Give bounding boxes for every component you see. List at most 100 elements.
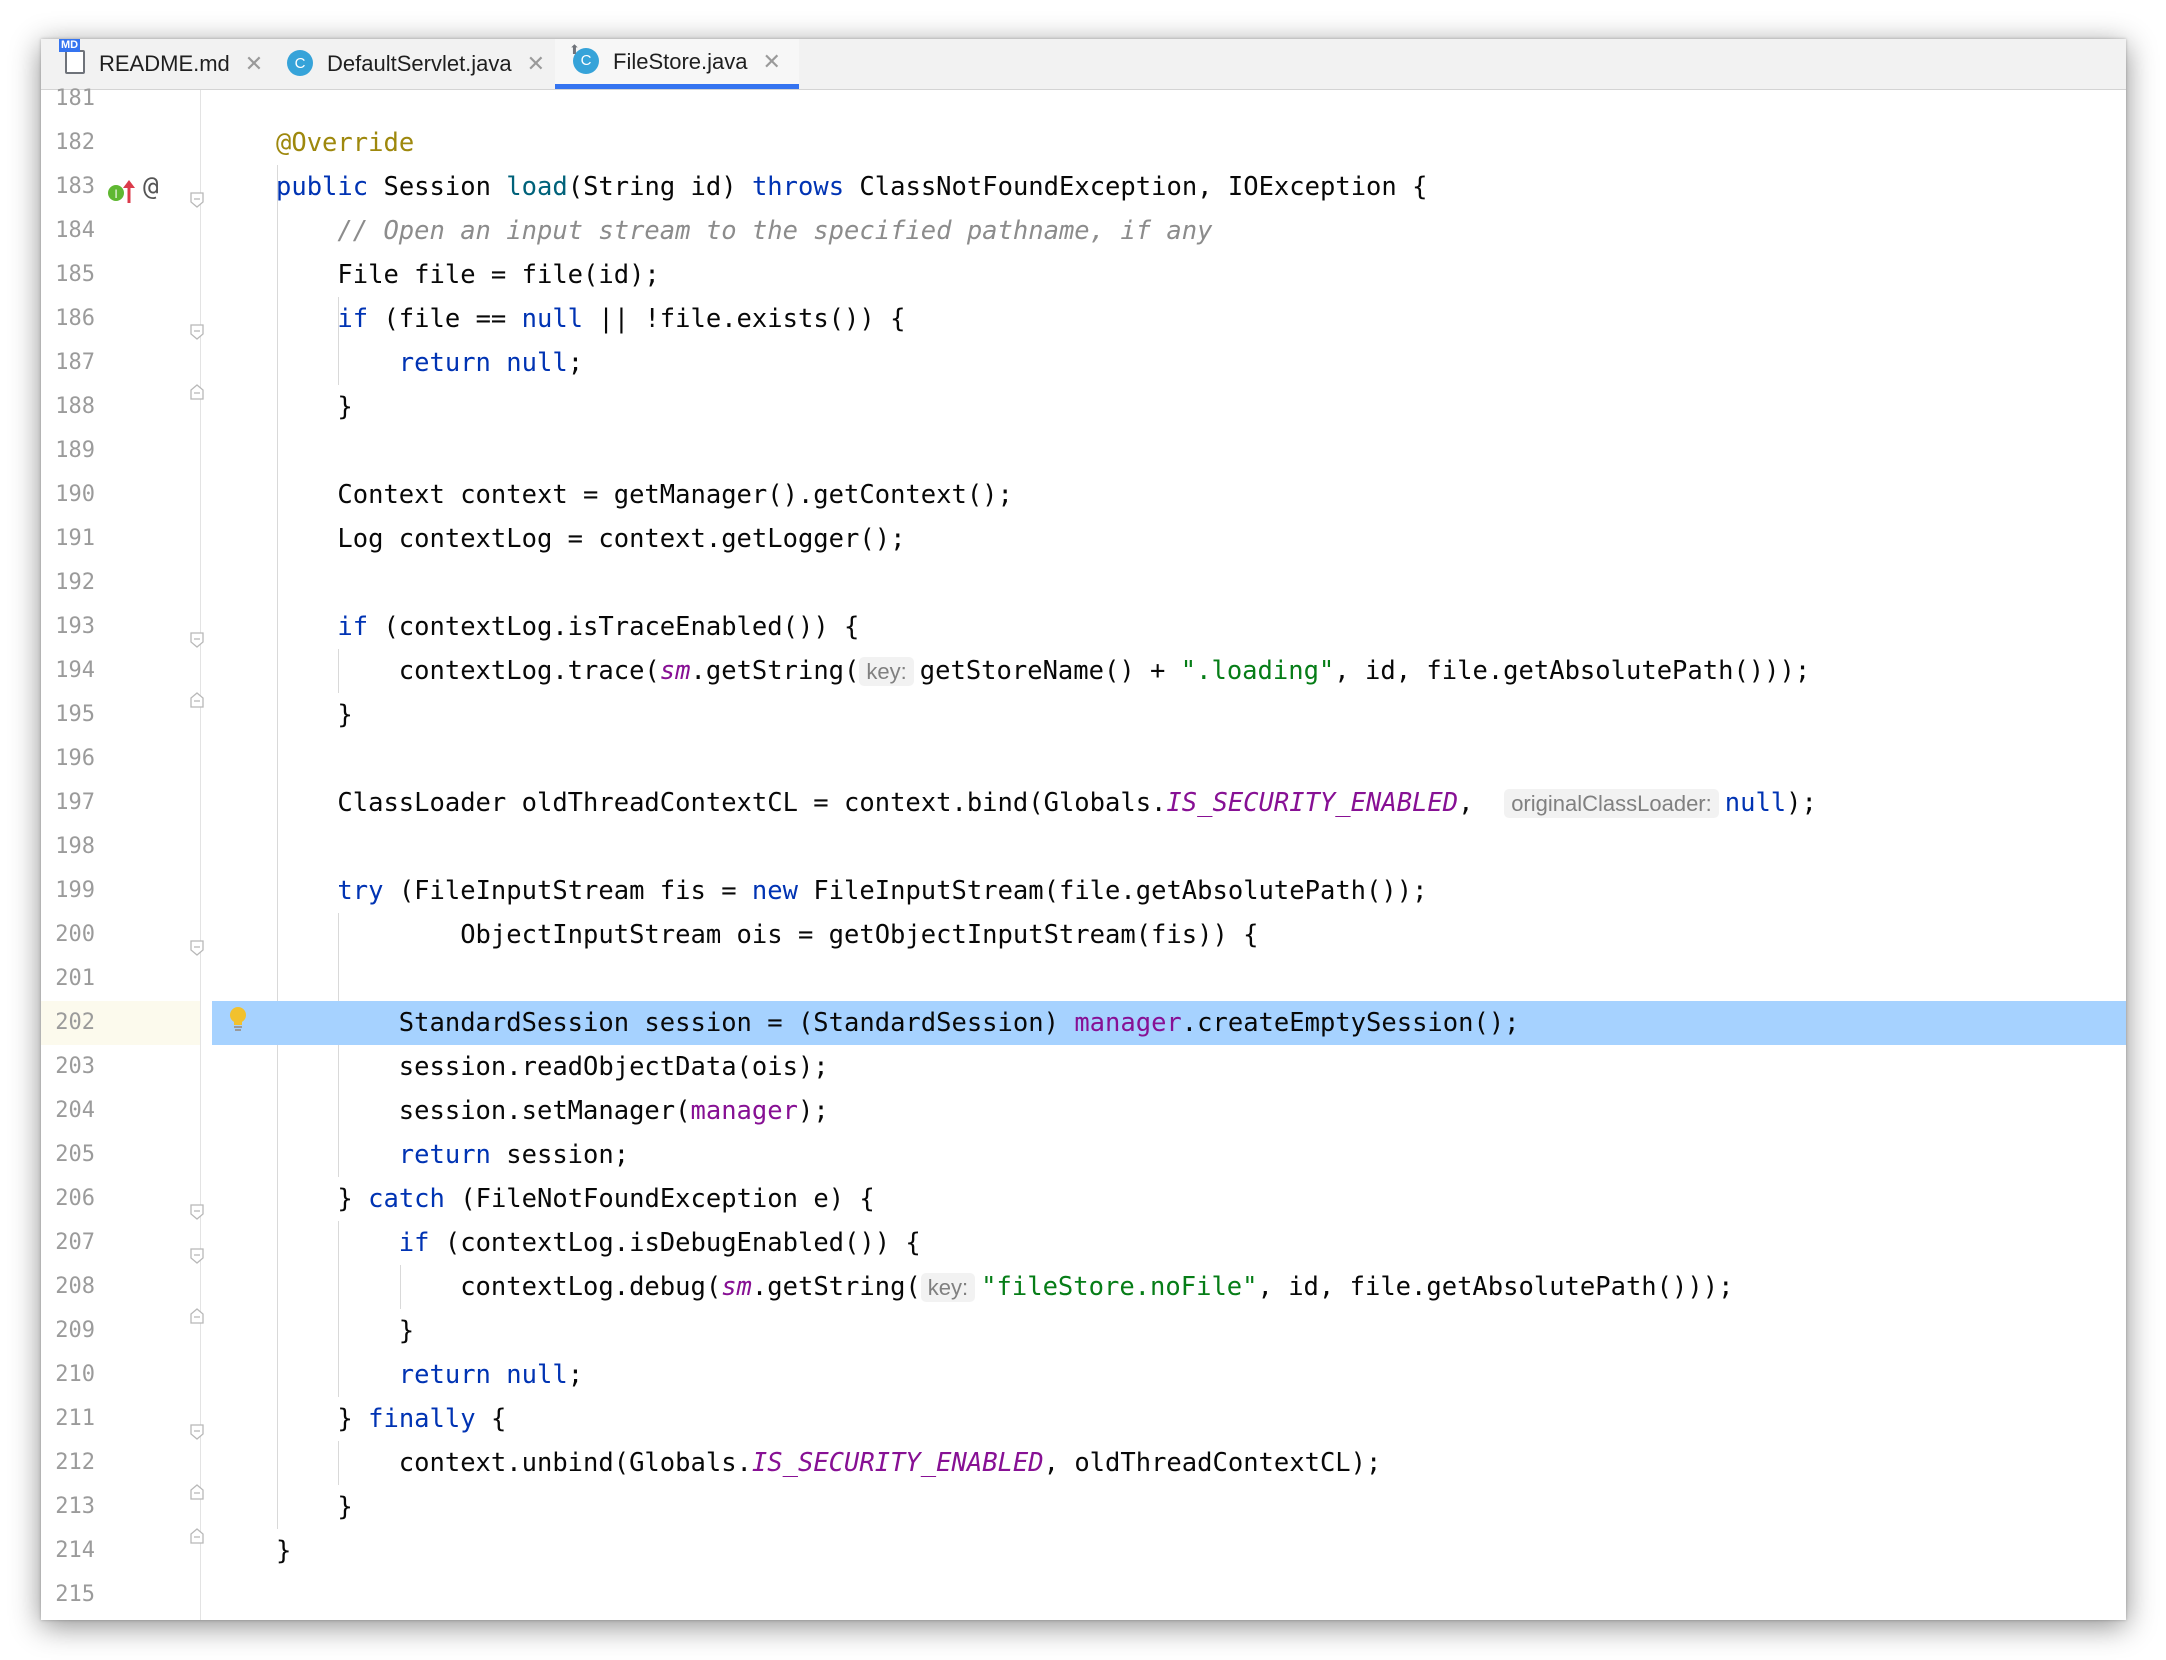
- code-token: || !file.exists()) {: [598, 304, 906, 334]
- code-line[interactable]: 192: [41, 561, 2126, 605]
- code-line[interactable]: 191 Log contextLog = context.getLogger();: [41, 517, 2126, 561]
- code-line[interactable]: 199 try (FileInputStream fis = new FileIn…: [41, 869, 2126, 913]
- code-line[interactable]: 212 context.unbind(Globals.IS_SECURITY_EN…: [41, 1441, 2126, 1485]
- fold-marker-icon[interactable]: [190, 1190, 204, 1220]
- fold-marker-icon[interactable]: [190, 692, 204, 722]
- line-number: 205: [55, 1142, 95, 1167]
- code-line[interactable]: 189: [41, 429, 2126, 473]
- code-token: load: [506, 172, 568, 202]
- fold-marker-icon[interactable]: [190, 384, 204, 414]
- code-line[interactable]: 201: [41, 957, 2126, 1001]
- code-line[interactable]: 182 @Override: [41, 121, 2126, 165]
- close-icon[interactable]: ✕: [245, 51, 263, 77]
- code-line[interactable]: 198: [41, 825, 2126, 869]
- code-line[interactable]: 190 Context context = getManager().getCon…: [41, 473, 2126, 517]
- code-line[interactable]: 197 ClassLoader oldThreadContextCL = cont…: [41, 781, 2126, 825]
- code-line[interactable]: 209}: [41, 1308, 2126, 1353]
- code-line[interactable]: 210 return null;: [41, 1353, 2126, 1397]
- code-line[interactable]: 186 if (file == null || !file.exists()) {: [41, 297, 2126, 341]
- code-line[interactable]: 195}: [41, 692, 2126, 737]
- code-line[interactable]: 213}: [41, 1484, 2126, 1529]
- code-token: StandardSession session = (StandardSessi…: [398, 1008, 1075, 1038]
- code-token: Context context = getManager().getContex…: [337, 480, 1013, 510]
- close-icon[interactable]: ✕: [527, 51, 545, 77]
- code-line[interactable]: 185 File file = file(id);: [41, 253, 2126, 297]
- fold-marker-icon[interactable]: [190, 1410, 204, 1440]
- code-text: context.unbind(Globals.IS_SECURITY_ENABL…: [399, 1441, 1382, 1485]
- code-text: }: [337, 1485, 352, 1529]
- code-token: contextLog.trace(: [398, 656, 660, 686]
- code-token: ObjectInputStream ois = getObjectInputSt…: [460, 920, 1259, 950]
- code-line[interactable]: 194 contextLog.trace(sm.getString(key: get…: [41, 649, 2126, 693]
- tab-label: README.md: [99, 51, 230, 76]
- code-token: ;: [567, 1360, 584, 1390]
- code-line[interactable]: 184 // Open an input stream to the specif…: [41, 209, 2126, 253]
- code-line[interactable]: 187 return null;: [41, 341, 2126, 385]
- code-line[interactable]: 215: [41, 1573, 2126, 1617]
- code-line[interactable]: 183 I @ public Session load(String id) thro…: [41, 165, 2126, 209]
- java-class-icon: C ⬆: [569, 42, 601, 76]
- fold-marker-icon[interactable]: [190, 1484, 204, 1514]
- code-line[interactable]: 181: [41, 77, 2126, 121]
- code-line[interactable]: 208 contextLog.debug(sm.getString(key: "fi…: [41, 1265, 2126, 1309]
- code-token: null: [1724, 788, 1787, 818]
- fold-marker-icon[interactable]: [190, 178, 204, 208]
- code-text: ClassLoader oldThreadContextCL = context…: [337, 781, 1817, 826]
- code-text: Context context = getManager().getContex…: [337, 473, 1013, 517]
- code-line[interactable]: 211} finally {: [41, 1397, 2126, 1441]
- close-icon[interactable]: ✕: [763, 49, 781, 75]
- fold-marker-icon[interactable]: [190, 1308, 204, 1338]
- line-number: 197: [55, 790, 95, 815]
- fold-marker-icon[interactable]: [190, 926, 204, 956]
- line-number: 194: [55, 658, 95, 683]
- code-token: if: [398, 1228, 445, 1258]
- code-token: contextLog.debug(: [460, 1272, 722, 1302]
- code-token: @Override: [276, 128, 415, 158]
- line-number: 215: [55, 1582, 95, 1607]
- code-token: session.readObjectData(ois);: [398, 1052, 829, 1082]
- code-token: }: [337, 1184, 369, 1214]
- line-number: 209: [55, 1318, 95, 1343]
- code-line[interactable]: 203 session.readObjectData(ois);: [41, 1045, 2126, 1089]
- fold-marker-icon[interactable]: [190, 1528, 204, 1558]
- line-number: 212: [55, 1450, 95, 1475]
- code-line[interactable]: 206} catch (FileNotFoundException e) {: [41, 1177, 2126, 1221]
- code-token: return null: [398, 348, 568, 378]
- at-sign-icon[interactable]: @: [143, 165, 159, 209]
- code-line[interactable]: 202 StandardSession session = (StandardSe…: [41, 1001, 2126, 1045]
- code-text: try (FileInputStream fis = new FileInput…: [337, 869, 1427, 913]
- lightbulb-icon[interactable]: [227, 1005, 249, 1049]
- line-number: 188: [55, 394, 95, 419]
- code-token: }: [337, 700, 353, 730]
- code-token: (contextLog.isTraceEnabled()) {: [383, 612, 860, 642]
- code-token: (contextLog.isDebugEnabled()) {: [444, 1228, 921, 1258]
- code-line[interactable]: 205 return session;: [41, 1133, 2126, 1177]
- code-line[interactable]: 207 if (contextLog.isDebugEnabled()) {: [41, 1221, 2126, 1265]
- code-text: contextLog.debug(sm.getString(key: "fileS…: [460, 1265, 1733, 1310]
- code-token: try: [337, 876, 399, 906]
- code-line[interactable]: 200 ObjectInputStream ois = getObjectInpu…: [41, 913, 2126, 957]
- fold-marker-icon[interactable]: [190, 310, 204, 340]
- code-token: );: [797, 1096, 829, 1126]
- code-text: public Session load(String id) throws Cl…: [276, 165, 1427, 209]
- code-token: }: [337, 392, 353, 422]
- fold-marker-icon[interactable]: [190, 618, 204, 648]
- code-token: return null: [398, 1360, 568, 1390]
- code-line[interactable]: 193 if (contextLog.isTraceEnabled()) {: [41, 605, 2126, 649]
- code-token: .getString(: [751, 1272, 921, 1302]
- code-token: finally: [368, 1404, 491, 1434]
- code-editor[interactable]: 181 182 @Override 183 I @ public Session load(…: [41, 86, 2126, 1620]
- code-line[interactable]: 188}: [41, 384, 2126, 429]
- code-token: manager: [690, 1096, 798, 1126]
- java-class-icon: C: [287, 50, 315, 78]
- code-text: if (contextLog.isTraceEnabled()) {: [337, 605, 859, 649]
- code-token: "fileStore.noFile": [981, 1272, 1258, 1302]
- line-number: 202: [55, 1010, 95, 1035]
- line-number: 207: [55, 1230, 95, 1255]
- code-text: }: [399, 1309, 414, 1353]
- code-line[interactable]: 196: [41, 737, 2126, 781]
- code-line[interactable]: 204 session.setManager(manager);: [41, 1089, 2126, 1133]
- code-token: .createEmptySession();: [1181, 1008, 1520, 1038]
- fold-marker-icon[interactable]: [190, 1234, 204, 1264]
- code-line[interactable]: 214}: [41, 1528, 2126, 1573]
